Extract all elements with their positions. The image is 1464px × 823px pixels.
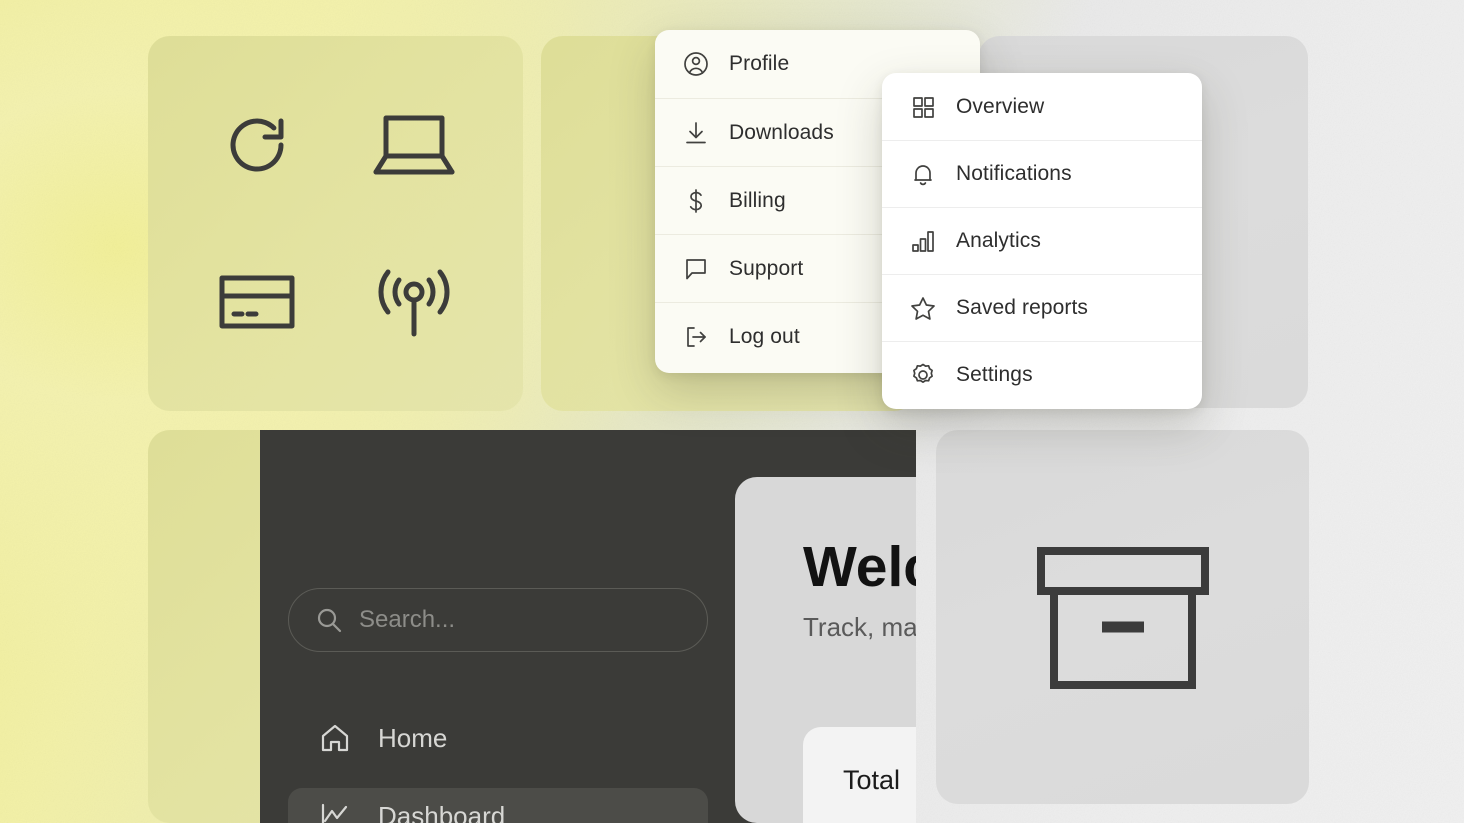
refresh-icon-cell[interactable] bbox=[219, 107, 295, 183]
menu-item-saved-reports-label: Saved reports bbox=[956, 296, 1089, 319]
menu-item-logout-label: Log out bbox=[729, 324, 800, 348]
sidebar-item-dashboard-label: Dashboard bbox=[378, 800, 506, 823]
menu-item-notifications[interactable]: Notifications bbox=[882, 140, 1202, 207]
search-placeholder: Search... bbox=[359, 606, 456, 633]
stat-card-label: Total bbox=[843, 765, 901, 795]
star-icon bbox=[911, 297, 935, 320]
chart-line-icon bbox=[321, 803, 348, 823]
dashboard-menu: Overview Notifications Analytics Saved r… bbox=[882, 73, 1202, 409]
broadcast-icon-cell[interactable] bbox=[372, 264, 456, 340]
menu-item-overview[interactable]: Overview bbox=[882, 73, 1202, 140]
user-circle-icon bbox=[684, 52, 708, 76]
sidebar-item-home[interactable]: Home bbox=[288, 710, 708, 766]
menu-item-settings[interactable]: Settings bbox=[882, 341, 1202, 408]
sidebar-item-home-label: Home bbox=[378, 722, 448, 753]
credit-card-icon-cell[interactable] bbox=[217, 272, 297, 332]
credit-card-icon bbox=[219, 275, 295, 329]
mockup-canvas: ACME Search... Home Dashboard Welcom bbox=[0, 0, 1464, 823]
search-input[interactable]: Search... bbox=[288, 588, 708, 652]
menu-item-overview-label: Overview bbox=[956, 94, 1045, 118]
download-icon bbox=[686, 121, 706, 143]
menu-item-profile-label: Profile bbox=[729, 52, 790, 75]
welcome-panel-clip: Welcome back Track, manage and analyze T… bbox=[735, 477, 916, 823]
menu-item-downloads-label: Downloads bbox=[729, 120, 834, 144]
grid-icon bbox=[913, 96, 934, 118]
laptop-icon-cell[interactable] bbox=[371, 110, 457, 180]
search-icon bbox=[317, 608, 342, 633]
menu-item-settings-label: Settings bbox=[956, 363, 1033, 386]
home-icon bbox=[321, 724, 349, 752]
bar-chart-icon bbox=[912, 231, 934, 252]
welcome-panel: Welcome back Track, manage and analyze T… bbox=[735, 477, 916, 823]
archive-box-icon bbox=[1037, 547, 1209, 689]
chat-bubble-icon bbox=[686, 258, 706, 279]
logout-icon bbox=[687, 326, 706, 347]
menu-item-billing-label: Billing bbox=[729, 188, 786, 212]
broadcast-icon bbox=[378, 269, 450, 337]
gear-icon bbox=[913, 363, 933, 383]
icon-tile-grid bbox=[178, 66, 493, 381]
menu-item-notifications-label: Notifications bbox=[956, 162, 1072, 185]
archive-box-icon-wrap[interactable] bbox=[1036, 530, 1210, 704]
menu-item-analytics-label: Analytics bbox=[956, 229, 1041, 252]
dollar-icon bbox=[689, 188, 703, 213]
sidebar-item-dashboard[interactable]: Dashboard bbox=[288, 788, 708, 823]
refresh-icon bbox=[230, 118, 284, 172]
welcome-title: Welcome back bbox=[803, 535, 916, 599]
menu-item-support-label: Support bbox=[729, 256, 804, 280]
bell-icon bbox=[914, 165, 932, 186]
laptop-icon bbox=[373, 115, 455, 175]
menu-item-saved-reports[interactable]: Saved reports bbox=[882, 274, 1202, 341]
menu-item-analytics[interactable]: Analytics bbox=[882, 207, 1202, 274]
welcome-subtitle: Track, manage and analyze bbox=[803, 612, 916, 642]
